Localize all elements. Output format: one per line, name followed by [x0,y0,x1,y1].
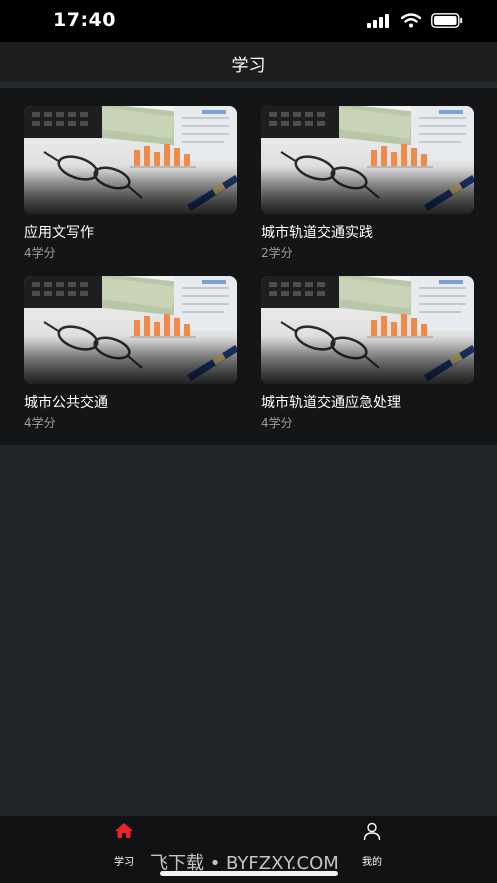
battery-icon [431,13,463,28]
page-title: 学习 [231,56,266,76]
course-thumbnail [261,276,474,384]
status-bar: 17:40 [0,0,497,42]
course-credit: 4学分 [24,246,56,260]
course-thumbnail [24,106,237,214]
course-credit: 2学分 [261,246,293,260]
status-icons [367,13,463,28]
tab-mine-label: 我的 [362,857,382,868]
home-icon [115,823,133,838]
nav-bar: 学习 [0,42,497,82]
course-card[interactable]: 城市轨道交通实践 2学分 [261,106,474,261]
course-title: 城市轨道交通实践 [261,225,373,241]
course-thumbnail [24,276,237,384]
status-time: 17:40 [53,9,116,31]
course-card[interactable]: 城市轨道交通应急处理 4学分 [261,276,474,431]
course-title: 应用文写作 [24,225,94,241]
course-credit: 4学分 [24,416,56,430]
course-credit: 4学分 [261,416,293,430]
course-card[interactable]: 城市公共交通 4学分 [24,276,237,431]
course-title: 城市轨道交通应急处理 [261,395,401,411]
course-thumbnail [261,106,474,214]
course-card[interactable]: 应用文写作 4学分 [24,106,237,261]
user-icon [363,822,381,841]
course-grid: 应用文写作 4学分 城市轨道交通实践 2学分 城市公共交通 4学分 城市轨道交通… [0,88,497,445]
wifi-icon [401,13,421,28]
tab-mine[interactable]: 我的 [332,816,412,883]
signal-icon [367,13,389,28]
course-title: 城市公共交通 [24,395,108,411]
home-indicator [160,871,338,876]
